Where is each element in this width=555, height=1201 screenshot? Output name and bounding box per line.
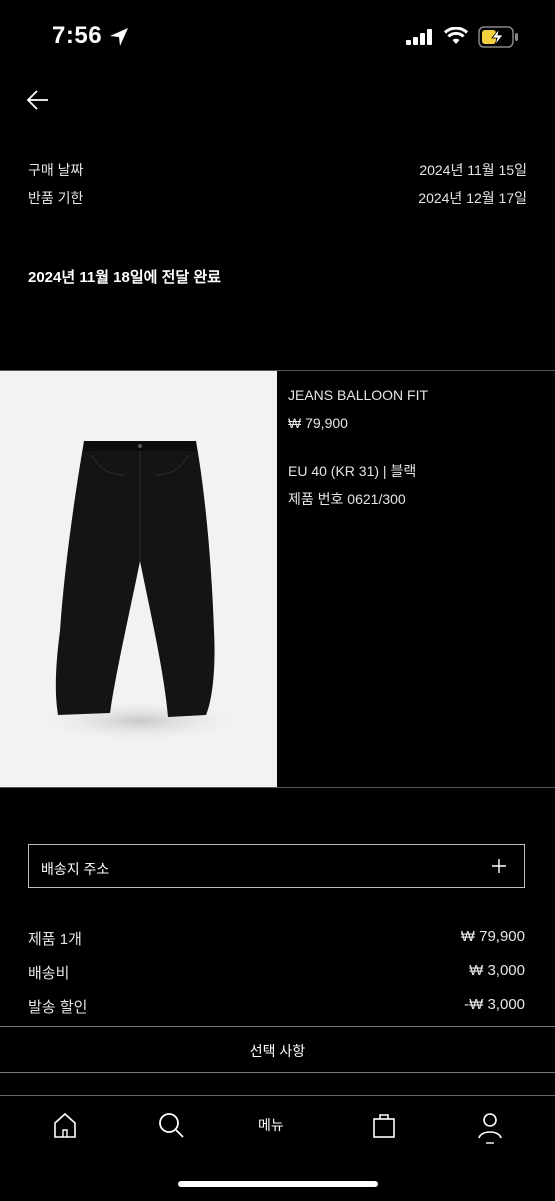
delivery-status: 2024년 11월 18일에 전달 완료 [28,269,221,286]
shipping-address-label: 배송지 주소 [41,861,110,877]
location-arrow-icon [110,28,128,46]
product-size-color: EU 40 (KR 31) | 블랙 [288,463,417,479]
menu-tab[interactable]: 메뉴 [258,1115,284,1135]
purchase-date-value: 2024년 11월 15일 [419,162,527,178]
wifi-icon [444,27,468,44]
product-image[interactable] [0,371,277,787]
shipping-fee-value: ₩ 3,000 [469,962,525,979]
status-bar: 7:56 [0,0,555,72]
battery-charging-icon [478,26,518,48]
shipping-fee-label: 배송비 [28,965,70,982]
jeans-image-icon [30,441,250,743]
product-price: ₩ 79,900 [288,415,348,431]
return-deadline-label: 반품 기한 [28,190,84,206]
return-deadline-value: 2024년 12월 17일 [418,190,527,206]
discount-value: -₩ 3,000 [464,996,525,1013]
product-number: 제품 번호 0621/300 [288,491,406,507]
items-label: 제품 1개 [28,931,82,948]
product-info: JEANS BALLOON FIT ₩ 79,900 EU 40 (KR 31)… [278,371,555,787]
back-arrow-icon[interactable] [24,86,52,114]
home-icon[interactable] [50,1110,80,1140]
product-card[interactable]: JEANS BALLOON FIT ₩ 79,900 EU 40 (KR 31)… [0,370,555,788]
purchase-date-label: 구매 날짜 [28,162,84,178]
cellular-signal-icon [406,29,432,45]
user-profile-icon[interactable] [475,1110,505,1146]
shipping-address-button[interactable]: 배송지 주소 [28,844,525,888]
shopping-bag-icon[interactable] [369,1110,399,1140]
items-value: ₩ 79,900 [460,928,525,945]
status-time: 7:56 [52,22,103,49]
search-icon[interactable] [156,1110,186,1140]
plus-icon [492,859,506,873]
product-name[interactable]: JEANS BALLOON FIT [288,387,428,403]
options-button[interactable]: 선택 사항 [0,1026,555,1073]
discount-label: 발송 할인 [28,999,88,1016]
options-label: 선택 사항 [249,1043,306,1059]
home-indicator [178,1181,378,1187]
